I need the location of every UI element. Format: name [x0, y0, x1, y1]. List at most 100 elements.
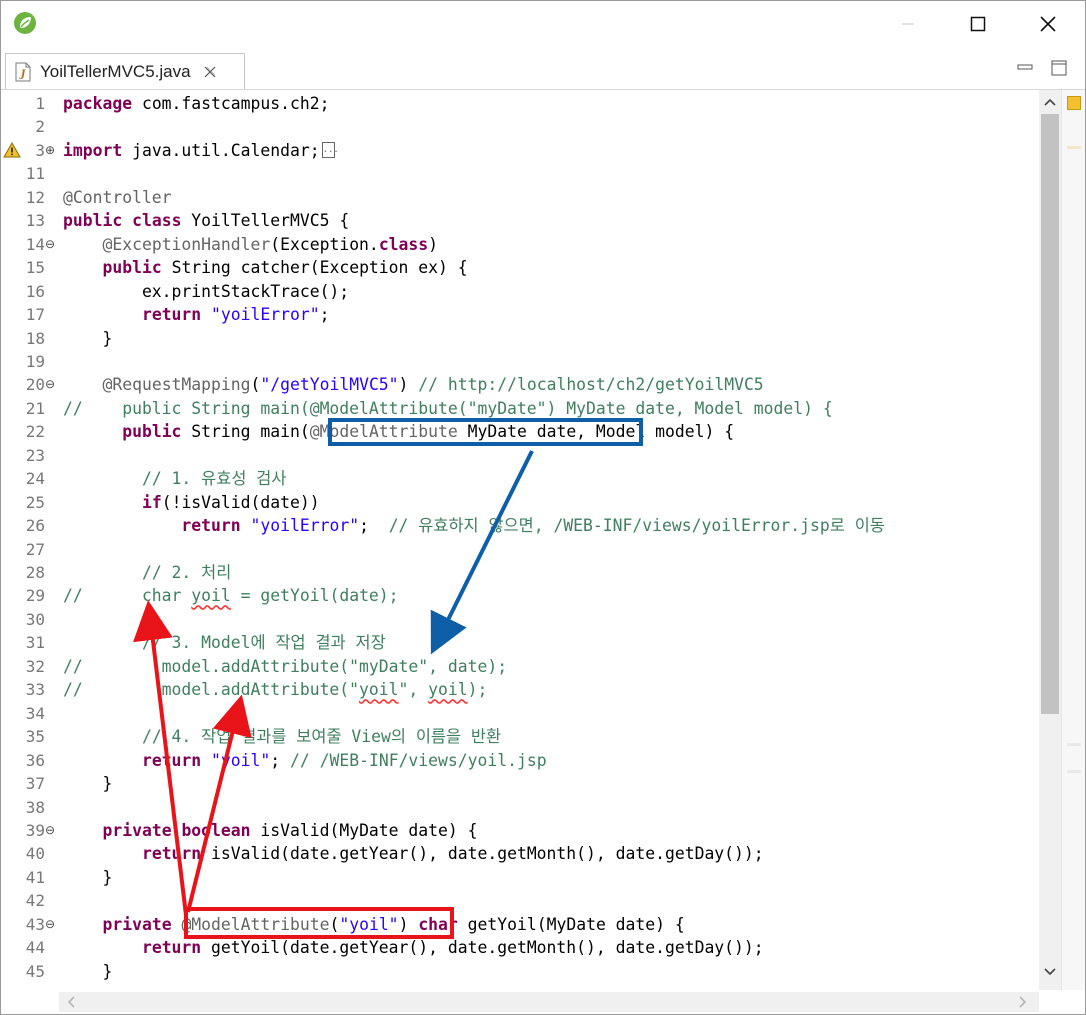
code-line[interactable]: return "yoilError"; // 유효하지 않으면, /WEB-IN…	[63, 514, 884, 537]
maximize-button[interactable]	[945, 5, 1011, 43]
code-line[interactable]: ex.printStackTrace();	[63, 280, 349, 303]
code-line[interactable]: @RequestMapping("/getYoilMVC5") // http:…	[63, 373, 764, 396]
code-token: java.util.Calendar;	[122, 140, 320, 160]
scroll-right-icon[interactable]	[1015, 994, 1031, 1010]
minimize-button[interactable]	[875, 5, 941, 43]
code-token: "yoilError"	[211, 305, 320, 325]
code-line[interactable]: // char yoil = getYoil(date);	[63, 584, 399, 607]
code-token: );	[467, 680, 488, 700]
line-number: 2	[35, 117, 45, 137]
code-line[interactable]: import java.util.Calendar;	[63, 139, 339, 162]
view-maximize-icon[interactable]	[1049, 59, 1069, 77]
code-token: return	[181, 516, 241, 536]
code-line[interactable]: }	[63, 772, 112, 795]
code-line[interactable]: // 1. 유효성 검사	[63, 467, 286, 490]
line-number: 26	[25, 516, 45, 536]
ruler-mark[interactable]	[1067, 770, 1081, 773]
close-button[interactable]	[1015, 5, 1081, 43]
vertical-scrollbar[interactable]	[1039, 90, 1061, 990]
minimize-icon	[902, 23, 914, 25]
close-icon	[1040, 16, 1056, 32]
line-number: 34	[25, 703, 45, 723]
line-number: 24	[25, 469, 45, 489]
line-number: 22	[25, 422, 45, 442]
scroll-down-icon[interactable]	[1042, 964, 1058, 980]
code-area[interactable]: package com.fastcampus.ch2; import java.u…	[63, 90, 1035, 990]
scrollbar-thumb[interactable]	[1041, 114, 1059, 714]
code-token: }	[63, 961, 113, 981]
code-line[interactable]: return "yoilError";	[63, 303, 330, 326]
line-number: 44	[25, 938, 45, 958]
code-line[interactable]: private boolean isValid(MyDate date) {	[63, 819, 477, 842]
tab-close-icon[interactable]	[203, 65, 217, 79]
code-token: // model.addAttribute("myDate", date);	[63, 656, 508, 676]
code-line[interactable]: }	[63, 866, 112, 889]
code-line[interactable]: // 3. Model에 작업 결과 저장	[63, 631, 386, 654]
scroll-left-icon[interactable]	[63, 994, 79, 1010]
warning-icon[interactable]	[3, 141, 21, 159]
code-line[interactable]: public String catcher(Exception ex) {	[63, 256, 468, 279]
code-line[interactable]: // public String main(@ModelAttribute("m…	[63, 397, 833, 420]
code-line[interactable]: }	[63, 960, 112, 983]
code-line[interactable]: return getYoil(date.getYear(), date.getM…	[63, 936, 764, 959]
code-token: // http://localhost/ch2/getYoilMVC5	[418, 375, 764, 395]
code-editor[interactable]: 1 2 3 ⊕ 11 12 13 14 ⊖ 15 16 17 18 19 20 ⊖ 21 22 23 24 25 26 27…	[1, 90, 1085, 1014]
code-line[interactable]: return "yoil"; // /WEB-INF/views/yoil.js…	[63, 749, 547, 772]
code-line[interactable]: // 2. 처리	[63, 561, 231, 584]
code-line[interactable]: // 4. 작업 결과를 보여줄 View의 이름을 반환	[63, 725, 501, 748]
code-token: isValid(date.getYear(), date.getMonth(),…	[201, 844, 764, 864]
code-token: // public String main(@ModelAttribute("m…	[63, 398, 833, 418]
code-token: isValid(MyDate date) {	[250, 820, 478, 840]
code-token: return	[141, 938, 202, 958]
code-line[interactable]: if(!isValid(date))	[63, 491, 320, 514]
code-line[interactable]: @Controller	[63, 186, 172, 209]
code-token: private	[102, 820, 172, 840]
code-token: ;	[270, 750, 291, 770]
tab-title: YoilTellerMVC5.java	[40, 61, 191, 81]
line-number: 20	[25, 375, 45, 395]
code-line[interactable]: @ExceptionHandler(Exception.class)	[63, 233, 438, 256]
line-number: 14	[25, 234, 45, 254]
ruler-mark[interactable]	[1067, 146, 1081, 149]
code-token: return	[141, 750, 202, 770]
scroll-up-icon[interactable]	[1042, 94, 1058, 110]
editor-tab[interactable]: J YoilTellerMVC5.java	[5, 53, 245, 89]
line-number-gutter: 1 2 3 ⊕ 11 12 13 14 ⊖ 15 16 17 18 19 20 ⊖ 21 22 23 24 25 26 27…	[1, 90, 59, 990]
code-token: yoil	[428, 680, 468, 700]
code-token: (!isValid(date))	[161, 492, 320, 512]
horizontal-scrollbar[interactable]	[59, 992, 1039, 1012]
fold-collapse-icon[interactable]: ⊖	[45, 819, 57, 842]
line-number: 31	[25, 633, 45, 653]
line-number: 37	[25, 774, 45, 794]
fold-collapse-icon[interactable]: ⊖	[45, 233, 57, 256]
warning-summary-marker[interactable]	[1067, 96, 1081, 110]
view-minimize-icon[interactable]	[1015, 59, 1035, 77]
code-line[interactable]: public class YoilTellerMVC5 {	[63, 209, 349, 232]
code-token: (Exception.	[270, 234, 379, 254]
fold-collapse-icon[interactable]: ⊖	[45, 373, 57, 396]
code-line[interactable]: return isValid(date.getYear(), date.getM…	[63, 842, 764, 865]
code-line[interactable]: // model.addAttribute("myDate", date);	[63, 655, 507, 678]
code-token: }	[63, 774, 113, 794]
code-line[interactable]: }	[63, 327, 112, 350]
model-attribute-method-highlight	[184, 907, 454, 939]
code-line[interactable]: package com.fastcampus.ch2;	[63, 92, 329, 115]
code-token: String catcher(Exception ex) {	[161, 258, 468, 278]
code-token: return	[141, 305, 202, 325]
overview-ruler[interactable]	[1061, 90, 1085, 990]
fold-collapse-icon[interactable]: ⊖	[45, 913, 57, 936]
fold-expand-icon[interactable]: ⊕	[45, 139, 57, 162]
code-token: private	[102, 914, 172, 934]
maximize-icon	[970, 16, 986, 32]
folded-code-indicator[interactable]	[321, 139, 339, 162]
code-token: getYoil(date.getYear(), date.getMonth(),…	[201, 938, 764, 958]
line-number: 19	[25, 351, 45, 371]
ruler-mark[interactable]	[1067, 743, 1081, 746]
code-line[interactable]: // model.addAttribute("yoil", yoil);	[63, 678, 487, 701]
code-token: }	[63, 867, 113, 887]
